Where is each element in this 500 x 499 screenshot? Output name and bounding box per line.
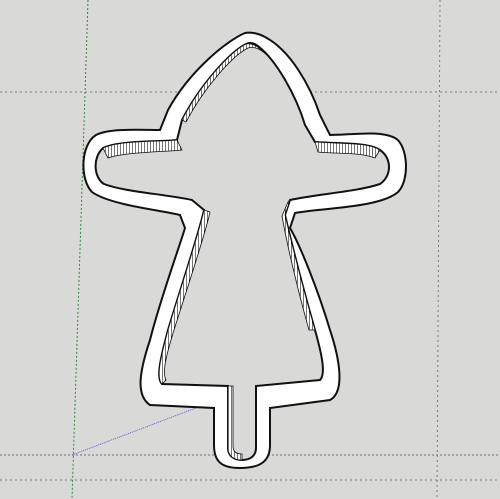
green-axis-line (71, 0, 89, 499)
3d-viewport[interactable] (0, 0, 500, 499)
cookie-cutter-model[interactable] (82, 31, 407, 470)
cutter-inner-wall (94, 41, 390, 462)
model-canvas[interactable] (0, 0, 500, 499)
guide-line-right (436, 0, 441, 499)
